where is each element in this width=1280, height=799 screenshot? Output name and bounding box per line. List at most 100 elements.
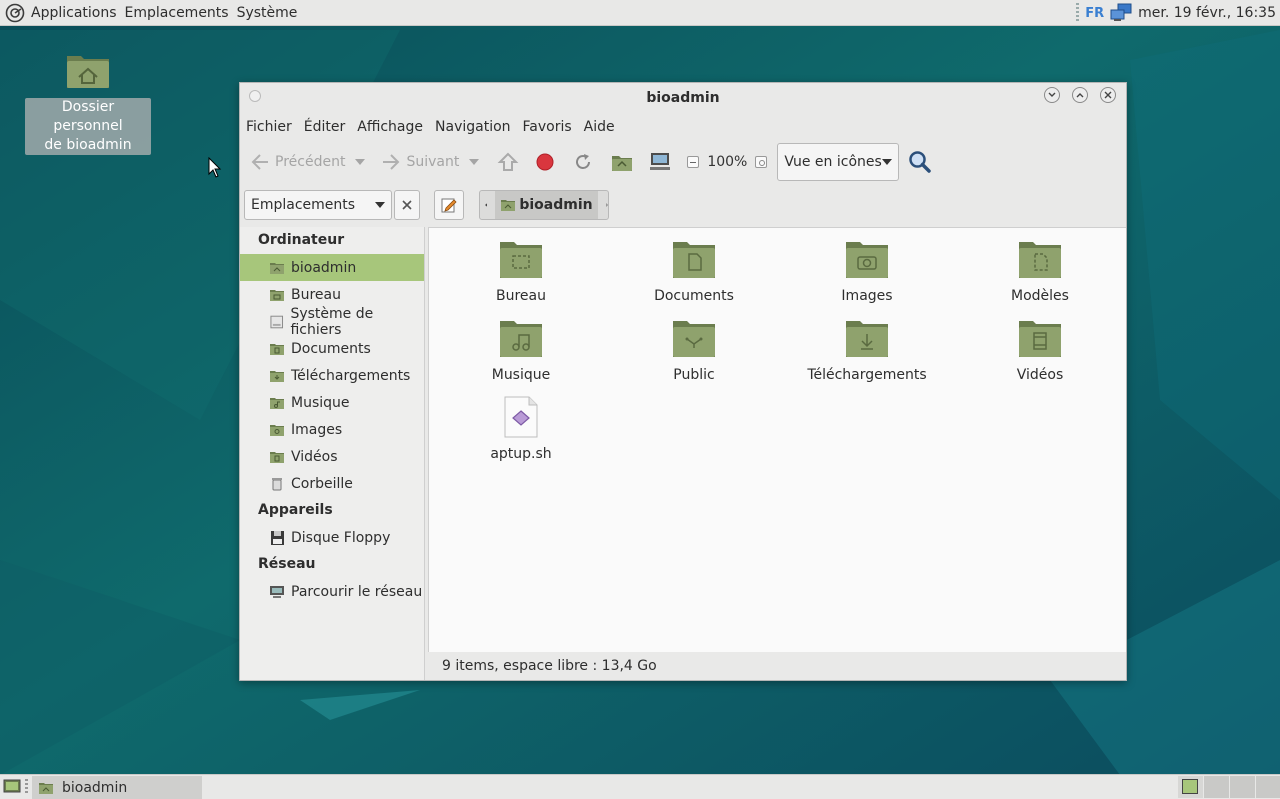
workspace-2[interactable] (1203, 776, 1229, 798)
file-view[interactable]: Bureau Documents Images Modèles Musique … (428, 227, 1126, 652)
folder-templates-icon (1019, 242, 1061, 278)
folder-videos-icon (1019, 321, 1061, 357)
location-bar: Emplacements bioadmin (240, 185, 1126, 225)
sidebar-item-label: Images (291, 421, 343, 438)
sidebar-item-documents[interactable]: Documents (240, 335, 424, 362)
close-button[interactable] (1100, 87, 1116, 103)
sidebar-item-music[interactable]: Musique (240, 389, 424, 416)
file-item[interactable]: aptup.sh (441, 396, 601, 462)
sidebar-item-label: Système de fichiers (290, 305, 374, 338)
file-item[interactable]: Images (787, 238, 947, 304)
close-icon (1104, 91, 1112, 99)
breadcrumb-label: bioadmin (519, 197, 593, 213)
menu-edit[interactable]: Éditer (298, 119, 351, 135)
breadcrumb: bioadmin (479, 190, 609, 220)
file-manager-window: bioadmin Fichier Éditer Affichage Naviga… (239, 82, 1127, 681)
sidebar-item-label: Parcourir le réseau (291, 583, 423, 600)
file-item[interactable]: Téléchargements (787, 317, 947, 383)
sidebar-item-label: Téléchargements (291, 367, 411, 384)
minimize-button[interactable] (1044, 87, 1060, 103)
panel-separator (25, 779, 28, 795)
side-pane-select[interactable]: Emplacements (244, 190, 392, 220)
home-folder-icon (67, 56, 109, 88)
sidebar-item-bioadmin[interactable]: bioadmin (240, 254, 424, 281)
sidebar-item-label: Documents (291, 340, 371, 357)
file-item[interactable]: Musique (441, 317, 601, 383)
forward-button[interactable]: Suivant (381, 153, 480, 171)
sidebar-item-label: bioadmin (291, 259, 357, 276)
folder-icon (270, 289, 284, 301)
back-button[interactable]: Précédent (250, 153, 366, 171)
file-item[interactable]: Bureau (441, 238, 601, 304)
close-side-pane-button[interactable] (394, 190, 420, 220)
search-icon[interactable] (908, 150, 932, 174)
file-item[interactable]: Public (614, 317, 774, 383)
back-history-dropdown-icon[interactable] (355, 159, 366, 165)
top-panel: Applications Emplacements Système FR mer… (0, 0, 1280, 26)
network-status-icon[interactable] (1110, 3, 1132, 23)
desktop-home-folder[interactable]: Dossier personnel de bioadmin (25, 50, 151, 155)
home-icon[interactable] (611, 152, 633, 172)
reload-icon[interactable] (573, 152, 593, 172)
workspace-1[interactable] (1177, 776, 1203, 798)
zoom-out-button[interactable] (687, 156, 700, 168)
sidebar-item-filesystem[interactable]: Système de fichiers (240, 305, 424, 338)
sidebar-item-downloads[interactable]: Téléchargements (240, 362, 424, 389)
file-name: aptup.sh (490, 446, 552, 462)
taskbar-item-bioadmin[interactable]: bioadmin (32, 776, 202, 799)
computer-icon[interactable] (649, 152, 671, 172)
toggle-location-entry-button[interactable] (434, 190, 464, 220)
folder-icon (270, 343, 284, 355)
sidebar-section-computer: Ordinateur (258, 232, 345, 248)
sidebar-item-label: Corbeille (291, 475, 353, 492)
workspace-4[interactable] (1255, 776, 1280, 798)
sidebar-section-network: Réseau (258, 556, 316, 572)
trash-icon (272, 477, 282, 490)
menu-file[interactable]: Fichier (240, 119, 298, 135)
debian-logo-icon[interactable] (5, 3, 25, 23)
home-folder-icon (270, 262, 284, 274)
zoom-in-button[interactable] (755, 156, 768, 168)
sidebar-item-videos[interactable]: Vidéos (240, 443, 424, 470)
sidebar-item-browse-network[interactable]: Parcourir le réseau (240, 578, 424, 605)
chevron-down-icon (375, 202, 385, 208)
keyboard-layout-indicator[interactable]: FR (1085, 6, 1104, 21)
applications-menu[interactable]: Applications (27, 5, 121, 21)
stop-icon[interactable] (535, 152, 555, 172)
mouse-cursor-icon (208, 157, 222, 178)
home-folder-icon (39, 782, 53, 794)
breadcrumb-home[interactable]: bioadmin (495, 191, 598, 219)
menu-bar: Fichier Éditer Affichage Navigation Favo… (240, 115, 621, 139)
file-name: Vidéos (1016, 367, 1064, 383)
sidebar-item-trash[interactable]: Corbeille (240, 470, 424, 497)
drive-icon (270, 315, 284, 328)
sidebar-item-pictures[interactable]: Images (240, 416, 424, 443)
chevron-right-icon[interactable] (605, 200, 608, 210)
menu-navigation[interactable]: Navigation (429, 119, 517, 135)
menu-view[interactable]: Affichage (351, 119, 429, 135)
desktop-icon-label: Dossier personnel de bioadmin (25, 98, 151, 155)
menu-bookmarks[interactable]: Favoris (517, 119, 578, 135)
sidebar-item-floppy[interactable]: Disque Floppy (240, 524, 424, 551)
system-menu[interactable]: Système (233, 5, 302, 21)
chevron-left-icon[interactable] (485, 200, 488, 210)
workspace-3[interactable] (1229, 776, 1255, 798)
title-bar[interactable]: bioadmin (240, 83, 1126, 113)
file-name: Bureau (496, 288, 546, 304)
file-item[interactable]: Modèles (960, 238, 1120, 304)
up-arrow-icon[interactable] (497, 151, 519, 173)
file-item[interactable]: Documents (614, 238, 774, 304)
show-desktop-icon[interactable] (3, 779, 21, 795)
view-mode-select[interactable]: Vue en icônes (777, 143, 900, 181)
forward-history-dropdown-icon[interactable] (469, 159, 480, 165)
file-item[interactable]: Vidéos (960, 317, 1120, 383)
sidebar-item-desktop[interactable]: Bureau (240, 281, 424, 308)
sidebar-item-label: Bureau (291, 286, 341, 303)
chevron-down-icon (1048, 92, 1056, 97)
clock[interactable]: mer. 19 févr., 16:35 (1138, 5, 1276, 21)
folder-music-icon (500, 321, 542, 357)
menu-help[interactable]: Aide (578, 119, 621, 135)
maximize-button[interactable] (1072, 87, 1088, 103)
places-menu[interactable]: Emplacements (121, 5, 233, 21)
file-name: Documents (654, 288, 734, 304)
